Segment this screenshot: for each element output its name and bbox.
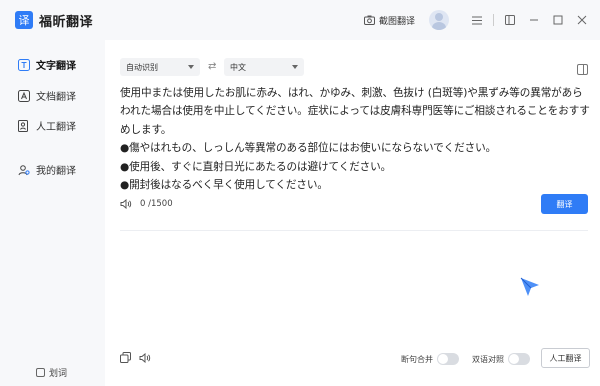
char-count: 0 /1500 — [140, 199, 173, 209]
app-title: 福昕翻译 — [39, 14, 94, 30]
human-translate-button[interactable]: 人工翻译 — [541, 348, 590, 368]
sidebar-item-label: 人工翻译 — [36, 122, 76, 133]
source-text-area[interactable]: 使用中または使用したお肌に赤み、はれ、かゆみ、刺激、色抜け (白斑等)や黒ずみ等… — [120, 84, 590, 194]
mouse-cursor-icon — [520, 277, 539, 296]
chevron-down-icon — [188, 65, 194, 69]
word-select-label: 划词 — [49, 369, 68, 379]
bilingual-label: 双语对照 — [472, 354, 504, 364]
sidebar-item-label: 文字翻译 — [36, 61, 76, 72]
sidebar-item-text-translate[interactable]: 文字翻译 — [18, 57, 76, 72]
speaker-icon[interactable] — [139, 352, 151, 363]
copy-icon[interactable] — [120, 352, 131, 363]
menu-icon[interactable] — [469, 12, 485, 28]
bilingual-toggle[interactable]: 双语对照 — [472, 353, 530, 365]
chevron-down-icon — [292, 65, 298, 69]
target-language-value: 中文 — [230, 62, 246, 72]
my-translations-icon — [18, 164, 30, 176]
title-bar: 译 福昕翻译 截图翻译 — [0, 0, 600, 40]
speaker-icon[interactable] — [120, 199, 132, 209]
sentence-merge-label: 断句合并 — [401, 354, 433, 364]
close-icon[interactable] — [574, 12, 590, 28]
screenshot-translate-button[interactable]: 截图翻译 — [363, 14, 415, 27]
toggle-switch[interactable] — [437, 353, 459, 365]
sidebar-toggle-icon[interactable] — [577, 60, 588, 79]
sidebar-item-label: 我的翻译 — [36, 166, 76, 177]
sentence-merge-toggle[interactable]: 断句合并 — [401, 353, 459, 365]
app-logo: 译 福昕翻译 — [15, 11, 93, 30]
sidebar-item-label: 文档翻译 — [36, 92, 76, 103]
source-paragraph: ●使用後、すぐに直射日光にあたるのは避けてください。 — [120, 160, 392, 173]
panel-divider — [120, 230, 588, 231]
camera-icon — [363, 15, 375, 25]
sidebar-item-document-translate[interactable]: 文档翻译 — [18, 88, 76, 103]
sidebar: 文字翻译 文档翻译 人工翻译 我的翻译 划词 — [0, 40, 105, 386]
translate-button[interactable]: 翻译 — [541, 194, 588, 214]
source-paragraph: ●開封後はなるべく早く使用してください。 — [120, 179, 328, 192]
maximize-icon[interactable] — [550, 12, 566, 28]
human-translate-icon — [18, 119, 30, 132]
document-translate-icon — [18, 89, 30, 102]
swap-languages-icon[interactable]: ⇄ — [208, 61, 216, 72]
sidebar-item-human-translate[interactable]: 人工翻译 — [18, 118, 76, 133]
minimize-to-tray-icon[interactable] — [502, 12, 518, 28]
main-panel: 自动识别 ⇄ 中文 使用中または使用したお肌に赤み、はれ、かゆみ、刺激、色抜け … — [105, 40, 600, 386]
screenshot-translate-label: 截图翻译 — [378, 16, 415, 27]
text-translate-icon — [18, 58, 30, 71]
target-language-select[interactable]: 中文 — [224, 58, 304, 76]
word-select-toggle[interactable]: 划词 — [36, 366, 67, 379]
divider — [493, 14, 494, 26]
minimize-icon[interactable] — [526, 12, 542, 28]
checkbox-icon — [36, 368, 45, 377]
source-language-value: 自动识别 — [126, 62, 158, 72]
logo-mark: 译 — [15, 11, 33, 29]
source-paragraph: ●傷やはれもの、しっしん等異常のある部位にはお使いにならないでください。 — [120, 142, 497, 155]
toggle-switch[interactable] — [508, 353, 530, 365]
sidebar-item-my-translations[interactable]: 我的翻译 — [18, 162, 76, 177]
avatar[interactable] — [429, 10, 449, 30]
source-language-select[interactable]: 自动识别 — [120, 58, 200, 76]
source-paragraph: 使用中または使用したお肌に赤み、はれ、かゆみ、刺激、色抜け (白斑等)や黒ずみ等… — [120, 87, 590, 136]
